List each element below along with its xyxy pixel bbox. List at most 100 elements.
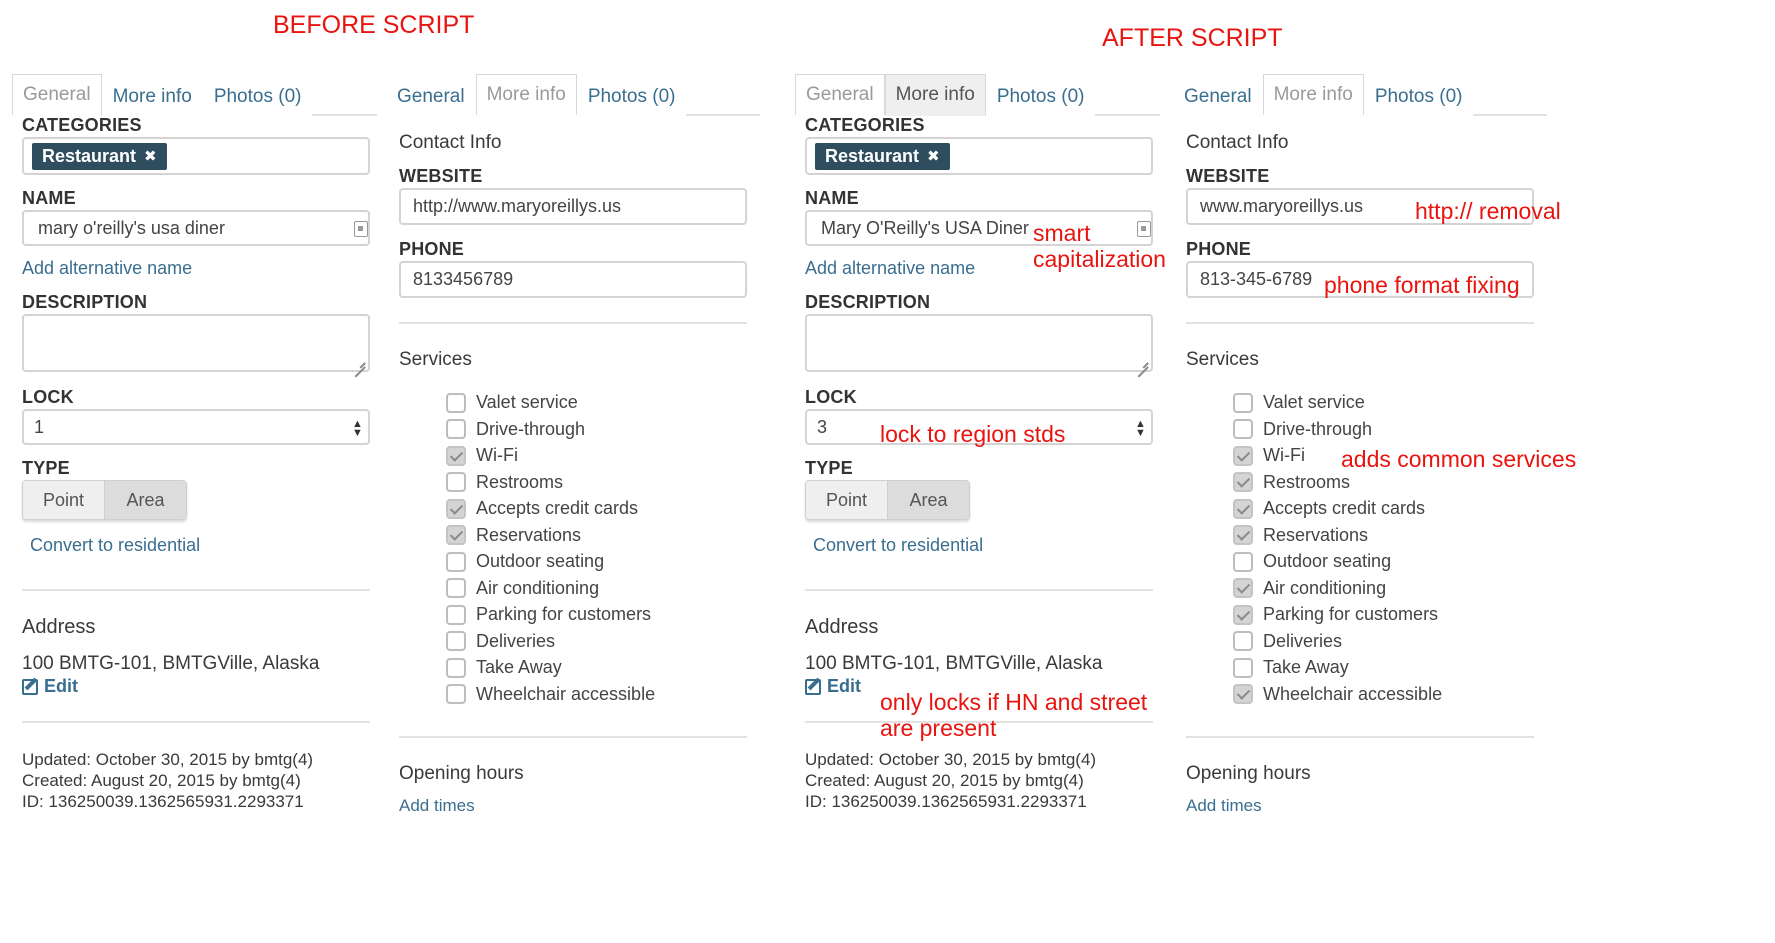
service-row[interactable]: Drive-through: [1233, 419, 1372, 440]
service-checkbox[interactable]: [446, 684, 466, 704]
tab-bar: General More info Photos (0): [795, 70, 1160, 116]
name-input[interactable]: mary o'reilly's usa diner: [22, 210, 370, 246]
remove-category-icon[interactable]: ✖: [144, 147, 157, 165]
service-row[interactable]: Restrooms: [446, 472, 563, 493]
service-label: Accepts credit cards: [476, 498, 639, 518]
tab-photos[interactable]: Photos (0): [1363, 76, 1474, 116]
tab-more-info[interactable]: More info: [101, 76, 203, 116]
tab-general[interactable]: General: [388, 76, 476, 116]
service-row[interactable]: Wi-Fi: [1233, 445, 1305, 466]
service-checkbox[interactable]: [446, 498, 466, 519]
service-row[interactable]: Wheelchair accessible: [446, 684, 655, 705]
add-alternative-name-link[interactable]: Add alternative name: [22, 258, 192, 279]
type-toggle: Point Area: [805, 480, 970, 520]
service-checkbox[interactable]: [1233, 684, 1253, 704]
resize-handle-icon[interactable]: [352, 354, 366, 368]
divider: [22, 721, 370, 723]
add-alternative-name-link[interactable]: Add alternative name: [805, 258, 975, 279]
description-label: DESCRIPTION: [805, 292, 931, 312]
service-checkbox[interactable]: [446, 578, 466, 598]
service-checkbox[interactable]: [446, 551, 466, 572]
select-arrows-icon: ▲ ▼: [1135, 418, 1146, 439]
service-checkbox[interactable]: [1233, 525, 1253, 545]
service-row[interactable]: Wheelchair accessible: [1233, 684, 1442, 705]
lock-select[interactable]: 1: [22, 409, 370, 445]
tab-general[interactable]: General: [1175, 76, 1263, 116]
service-checkbox[interactable]: [1233, 604, 1253, 625]
convert-residential-link[interactable]: Convert to residential: [813, 535, 983, 556]
description-textarea[interactable]: [805, 314, 1153, 372]
service-label: Reservations: [1263, 524, 1369, 545]
http-removal-note: http:// removal: [1415, 198, 1561, 224]
service-row[interactable]: Outdoor seating: [1233, 551, 1391, 572]
service-checkbox[interactable]: [1233, 657, 1253, 678]
service-checkbox[interactable]: [1233, 498, 1253, 519]
tab-more-info[interactable]: More info: [1262, 74, 1364, 116]
service-checkbox[interactable]: [446, 419, 466, 439]
service-checkbox[interactable]: [446, 525, 466, 545]
tab-general[interactable]: General: [12, 74, 102, 116]
service-row[interactable]: Restrooms: [1233, 472, 1350, 493]
service-row[interactable]: Take Away: [1233, 657, 1349, 678]
tab-photos[interactable]: Photos (0): [985, 76, 1096, 116]
type-area-button[interactable]: Area: [888, 481, 969, 519]
service-checkbox[interactable]: [446, 631, 466, 651]
service-row[interactable]: Air conditioning: [1233, 578, 1386, 599]
add-times-link[interactable]: Add times: [1186, 796, 1262, 816]
tab-more-info[interactable]: More info: [884, 74, 986, 116]
service-row[interactable]: Drive-through: [446, 419, 585, 440]
categories-field[interactable]: Restaurant ✖: [805, 137, 1153, 175]
service-checkbox[interactable]: [1233, 472, 1253, 492]
add-times-link[interactable]: Add times: [399, 796, 475, 816]
edit-address-link[interactable]: Edit: [22, 676, 78, 697]
name-translit-icon[interactable]: [354, 221, 368, 237]
convert-residential-link[interactable]: Convert to residential: [30, 535, 200, 556]
service-checkbox[interactable]: [446, 472, 466, 492]
tab-more-info[interactable]: More info: [475, 74, 577, 116]
service-checkbox[interactable]: [1233, 551, 1253, 572]
service-row[interactable]: Accepts credit cards: [446, 498, 638, 519]
service-row[interactable]: Take Away: [446, 657, 562, 678]
edit-address-link[interactable]: Edit: [805, 676, 861, 697]
smart-capitalization-note: smart capitalization: [1033, 220, 1166, 273]
category-chip-label: Restaurant: [825, 145, 920, 166]
website-input[interactable]: http://www.maryoreillys.us: [399, 188, 747, 225]
service-label: Wheelchair accessible: [1263, 683, 1443, 704]
service-checkbox[interactable]: [1233, 631, 1253, 651]
service-row[interactable]: Outdoor seating: [446, 551, 604, 572]
service-row[interactable]: Accepts credit cards: [1233, 498, 1425, 519]
service-row[interactable]: Parking for customers: [1233, 604, 1438, 625]
service-checkbox[interactable]: [446, 392, 466, 413]
service-row[interactable]: Parking for customers: [446, 604, 651, 625]
remove-category-icon[interactable]: ✖: [927, 147, 940, 165]
categories-field[interactable]: Restaurant ✖: [22, 137, 370, 175]
tab-photos[interactable]: Photos (0): [576, 76, 687, 116]
type-point-button[interactable]: Point: [23, 481, 105, 519]
description-textarea[interactable]: [22, 314, 370, 372]
service-checkbox[interactable]: [1233, 578, 1253, 598]
type-area-button[interactable]: Area: [105, 481, 186, 519]
service-label: Take Away: [476, 657, 562, 677]
service-row[interactable]: Valet service: [1233, 392, 1365, 413]
service-checkbox[interactable]: [1233, 445, 1253, 466]
service-row[interactable]: Wi-Fi: [446, 445, 518, 466]
tab-general[interactable]: General: [795, 74, 885, 116]
type-point-button[interactable]: Point: [806, 481, 888, 519]
service-row[interactable]: Deliveries: [1233, 631, 1342, 652]
service-row[interactable]: Reservations: [1233, 525, 1368, 546]
edit-icon: [22, 678, 38, 695]
id-info: ID: 136250039.1362565931.2293371: [22, 792, 304, 811]
tab-photos[interactable]: Photos (0): [202, 76, 313, 116]
service-checkbox[interactable]: [1233, 419, 1253, 439]
service-checkbox[interactable]: [446, 657, 466, 678]
service-row[interactable]: Reservations: [446, 525, 581, 546]
phone-input[interactable]: 8133456789: [399, 261, 747, 298]
service-checkbox[interactable]: [1233, 392, 1253, 413]
service-checkbox[interactable]: [446, 445, 466, 466]
service-checkbox[interactable]: [446, 604, 466, 625]
service-row[interactable]: Air conditioning: [446, 578, 599, 599]
service-row[interactable]: Deliveries: [446, 631, 555, 652]
service-row[interactable]: Valet service: [446, 392, 578, 413]
lock-value: 3: [817, 416, 828, 437]
resize-handle-icon[interactable]: [1135, 354, 1149, 368]
